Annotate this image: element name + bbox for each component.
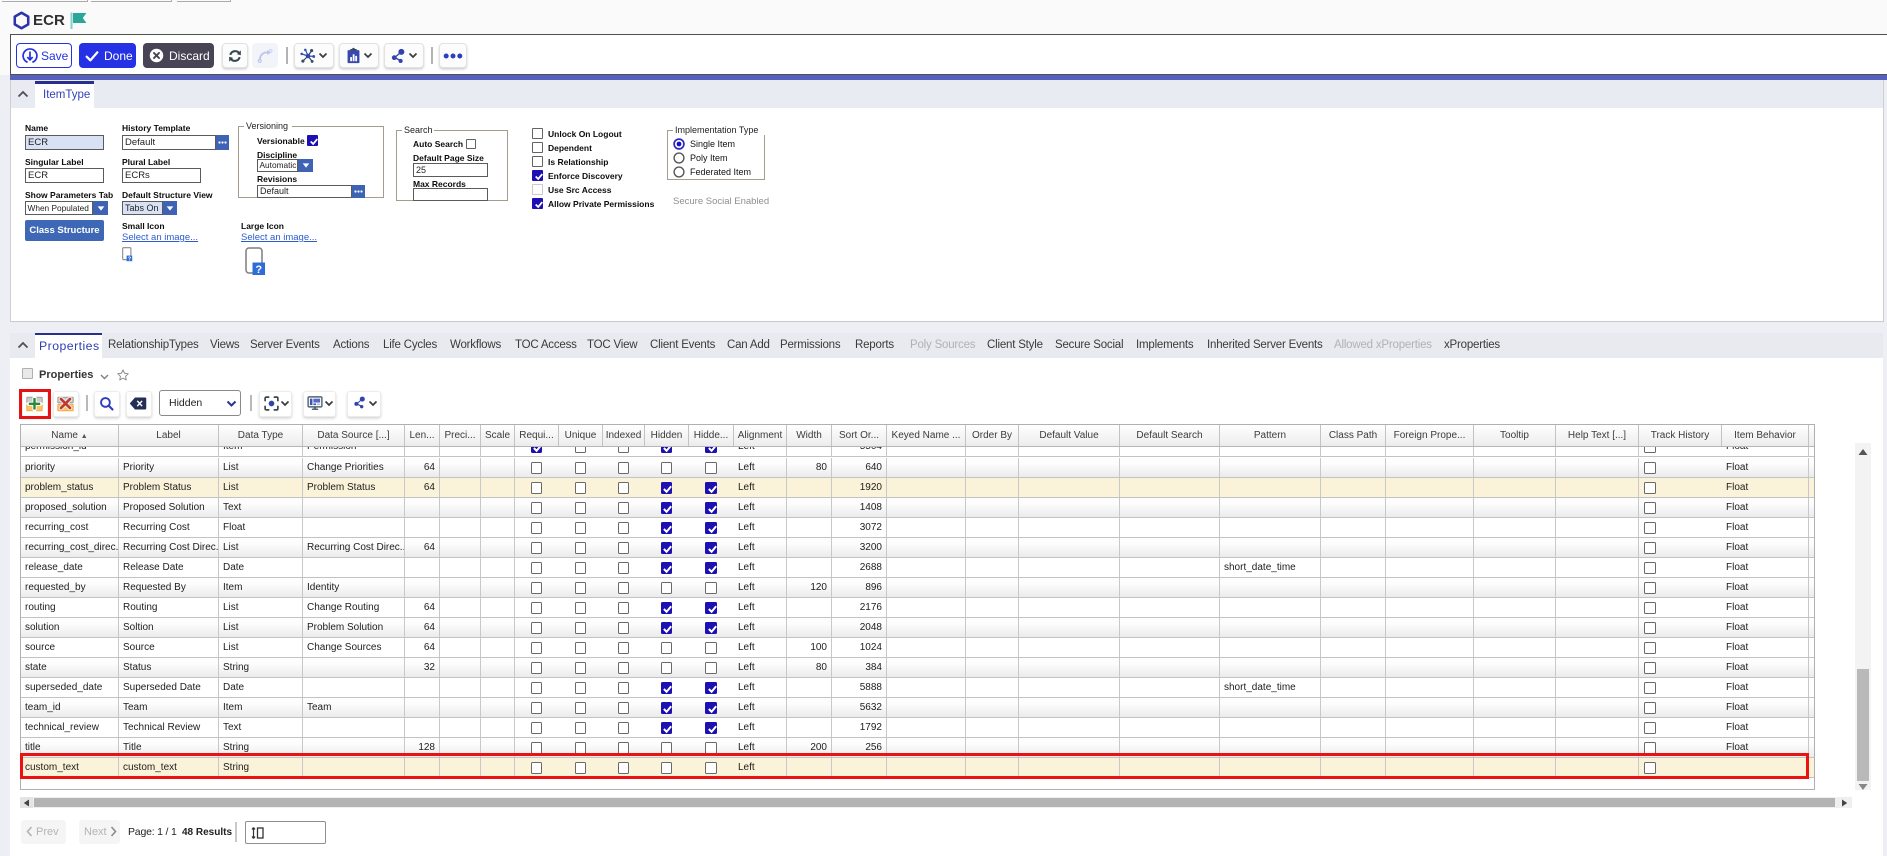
svg-text:?: ? <box>255 264 262 276</box>
